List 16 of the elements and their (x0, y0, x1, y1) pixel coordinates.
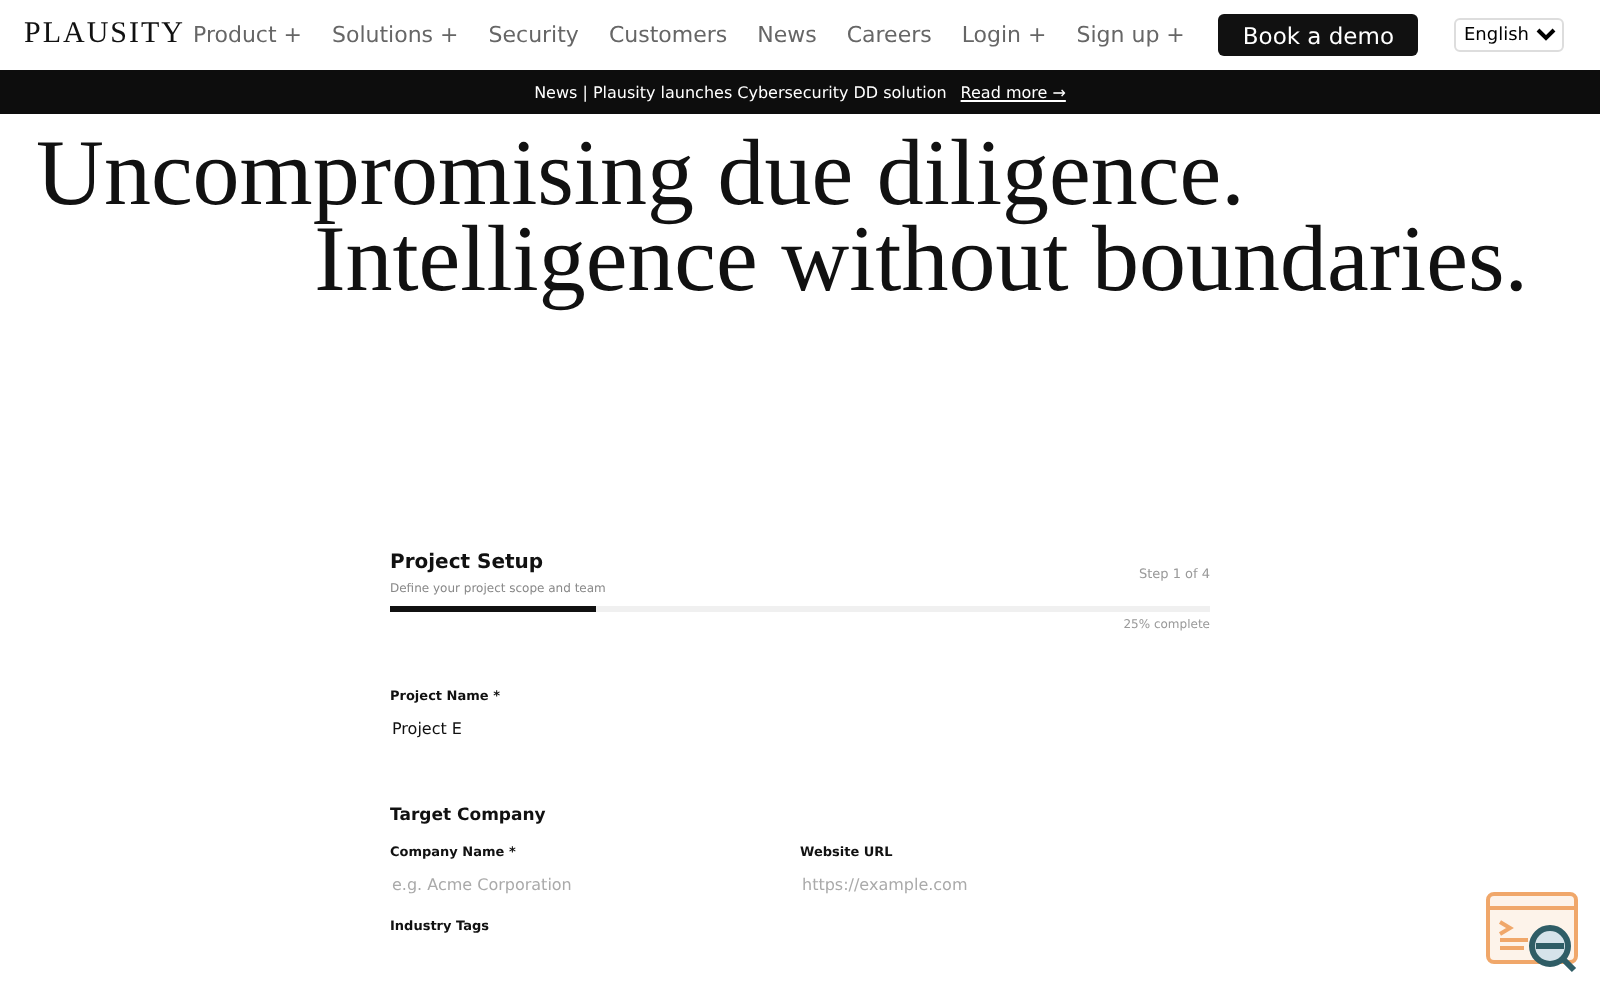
nav-link[interactable]: Careers (846, 22, 932, 48)
section-title: Target Company (390, 806, 548, 826)
nav-link[interactable]: Customers (608, 22, 728, 48)
logo[interactable]: PLAUSITY (24, 18, 186, 52)
language-select[interactable]: English (1454, 18, 1564, 52)
nav-link[interactable]: Product + (193, 22, 302, 48)
form-title: Project Setup (390, 552, 546, 574)
nav-link[interactable]: News (757, 22, 817, 48)
nav-link[interactable]: Login + (961, 22, 1047, 48)
book-demo-button[interactable]: Book a demo (1218, 14, 1418, 56)
nav-link[interactable]: Solutions + (332, 22, 459, 48)
nav-link[interactable]: Security (488, 22, 579, 48)
read-more-link[interactable]: Read more → (960, 83, 1066, 101)
search-document-icon[interactable] (1484, 890, 1584, 974)
nav-link[interactable]: Sign up + (1076, 22, 1185, 48)
news-text: News | Plausity launches Cybersecurity DD solution (534, 83, 947, 101)
